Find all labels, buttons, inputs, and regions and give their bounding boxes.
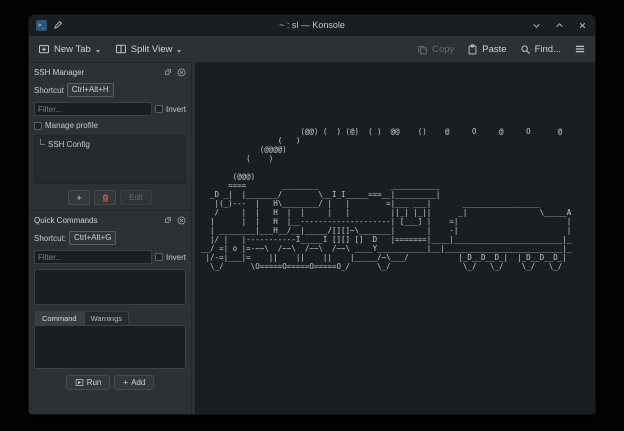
copy-icon — [417, 44, 428, 55]
ssh-manager-panel: SSH Manager Shortcu — [29, 63, 191, 210]
copy-label: Copy — [432, 44, 454, 55]
copy-button[interactable]: Copy — [417, 44, 454, 55]
add-command-button[interactable]: + Add — [114, 375, 154, 390]
new-tab-label: New Tab — [54, 44, 91, 55]
manage-profile-label: Manage profile — [45, 121, 98, 130]
paste-button[interactable]: Paste — [467, 44, 506, 55]
quick-commands-panel: Quick Commands Shor — [29, 210, 191, 414]
trash-icon — [101, 193, 110, 203]
split-view-button[interactable]: Split View — [115, 43, 182, 55]
terminal-ascii-art: (@@) ( ) (@) ( ) @@ () @ O @ O @ ( ) (@@… — [201, 127, 571, 271]
tree-branch-icon — [40, 139, 45, 145]
manage-profile-checkbox[interactable] — [34, 122, 42, 130]
shortcut-keysequence[interactable]: Ctrl+Alt+G — [69, 231, 116, 245]
toolbar: New Tab Split View — [29, 36, 595, 63]
quick-commands-header[interactable]: Quick Commands — [34, 211, 186, 226]
pencil-icon — [53, 20, 63, 30]
quick-commands-list[interactable] — [34, 269, 186, 305]
invert-checkbox[interactable] — [155, 253, 163, 261]
shortcut-label: Shortcut: — [34, 234, 66, 243]
split-view-label: Split View — [131, 44, 173, 55]
ssh-config-tree[interactable]: SSH Config — [34, 135, 186, 184]
tree-item-ssh-config[interactable]: SSH Config — [38, 139, 182, 149]
command-editor[interactable] — [34, 325, 186, 369]
delete-ssh-button[interactable] — [94, 190, 116, 205]
shortcut-keysequence[interactable]: Ctrl+Alt+H — [67, 83, 114, 97]
ssh-manager-title: SSH Manager — [34, 68, 160, 77]
tree-item-label: SSH Config — [48, 140, 90, 149]
konsole-window: >_ ~ : sl — Konsole — [28, 14, 596, 415]
paste-icon — [467, 44, 478, 55]
window-title: ~ : sl — Konsole — [29, 20, 595, 30]
split-view-caret-icon[interactable] — [177, 50, 181, 53]
titlebar[interactable]: >_ ~ : sl — Konsole — [29, 15, 595, 36]
qc-tab-bar: Command Warnings — [34, 311, 186, 325]
invert-checkbox[interactable] — [155, 105, 163, 113]
float-panel-icon[interactable] — [163, 67, 173, 77]
float-panel-icon[interactable] — [163, 215, 173, 225]
close-button[interactable] — [576, 19, 588, 31]
new-tab-caret-icon[interactable] — [96, 50, 100, 53]
ssh-manager-header[interactable]: SSH Manager — [34, 63, 186, 78]
window-content: SSH Manager Shortcu — [29, 63, 595, 414]
split-view-icon — [115, 43, 127, 55]
ssh-filter-input[interactable] — [34, 102, 152, 116]
hamburger-menu-icon[interactable] — [574, 43, 586, 55]
maximize-button[interactable] — [553, 19, 565, 31]
new-tab-button[interactable]: New Tab — [38, 43, 100, 55]
add-label: Add — [131, 378, 145, 387]
new-tab-icon — [38, 43, 50, 55]
run-icon — [75, 378, 84, 387]
find-label: Find... — [535, 44, 561, 55]
search-icon — [520, 44, 531, 55]
run-label: Run — [87, 378, 102, 387]
close-panel-icon[interactable] — [176, 67, 186, 77]
tab-command[interactable]: Command — [35, 311, 84, 325]
run-button[interactable]: Run — [66, 375, 111, 390]
find-button[interactable]: Find... — [520, 44, 561, 55]
close-panel-icon[interactable] — [176, 215, 186, 225]
paste-label: Paste — [482, 44, 506, 55]
invert-label: Invert — [166, 253, 186, 262]
desktop: >_ ~ : sl — Konsole — [0, 0, 624, 431]
plus-icon: + — [123, 378, 128, 387]
edit-ssh-button[interactable]: Edit — [120, 190, 152, 205]
tab-warnings[interactable]: Warnings — [84, 311, 129, 325]
terminal-view[interactable]: (@@) ( ) (@) ( ) @@ () @ O @ O @ ( ) (@@… — [196, 63, 595, 414]
add-ssh-button[interactable]: + — [68, 190, 90, 205]
qc-filter-input[interactable] — [34, 250, 152, 264]
minimize-button[interactable] — [530, 19, 542, 31]
konsole-app-icon: >_ — [36, 20, 47, 31]
sidebar: SSH Manager Shortcu — [29, 63, 191, 414]
quick-commands-title: Quick Commands — [34, 216, 160, 225]
shortcut-label: Shortcut — [34, 86, 64, 95]
invert-label: Invert — [166, 105, 186, 114]
